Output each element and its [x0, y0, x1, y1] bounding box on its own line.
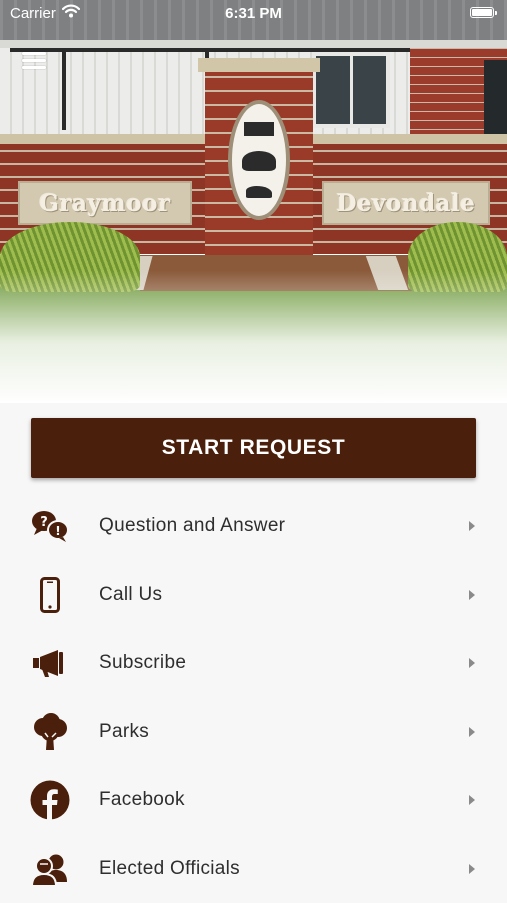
tree-icon [30, 712, 70, 752]
house-window [312, 52, 390, 128]
question-answer-icon: ? ! [30, 506, 70, 546]
start-request-button[interactable]: START REQUEST [31, 418, 476, 478]
svg-text:!: ! [55, 524, 60, 538]
svg-text:?: ? [40, 515, 48, 530]
fence-emblem-icon [244, 122, 274, 136]
chevron-right-icon [469, 521, 475, 531]
menu-item-call-us[interactable]: Call Us [0, 561, 507, 630]
menu-item-facebook[interactable]: Facebook [0, 766, 507, 835]
emblem-oval [228, 100, 290, 220]
menu-item-label: Facebook [99, 789, 185, 811]
menu-item-elected-officials[interactable]: Elected Officials [0, 835, 507, 903]
hamburger-menu-icon[interactable] [22, 50, 48, 70]
house-door [484, 60, 507, 136]
chevron-right-icon [469, 795, 475, 805]
tree-emblem-icon [242, 151, 276, 171]
status-bar: Carrier 6:31 PM [0, 0, 507, 28]
menu-item-label: Call Us [99, 584, 162, 606]
clock: 6:31 PM [0, 5, 507, 22]
sign-left: Graymoor [18, 181, 192, 225]
users-icon [30, 849, 70, 889]
hero-fade [0, 270, 507, 403]
menu-item-label: Elected Officials [99, 858, 240, 880]
chevron-right-icon [469, 864, 475, 874]
chevron-right-icon [469, 590, 475, 600]
menu-item-label: Question and Answer [99, 515, 285, 537]
roof-eave [0, 40, 507, 48]
phone-icon [30, 575, 70, 615]
menu-item-parks[interactable]: Parks [0, 698, 507, 767]
hero-image: Graymoor Devondale [0, 0, 507, 403]
sign-right: Devondale [322, 181, 490, 225]
menu-list: ? ! Question and Answer Call Us [0, 492, 507, 903]
menu-item-label: Parks [99, 721, 149, 743]
menu-item-subscribe[interactable]: Subscribe [0, 629, 507, 698]
horse-emblem-icon [246, 186, 272, 198]
iron-post [62, 48, 66, 130]
chevron-right-icon [469, 727, 475, 737]
battery-icon [470, 7, 494, 18]
menu-item-label: Subscribe [99, 652, 186, 674]
chevron-right-icon [469, 658, 475, 668]
facebook-icon [30, 780, 70, 820]
iron-railing [10, 48, 410, 52]
menu-item-question-answer[interactable]: ? ! Question and Answer [0, 492, 507, 561]
megaphone-icon [30, 643, 70, 683]
pillar-cap [198, 58, 320, 72]
